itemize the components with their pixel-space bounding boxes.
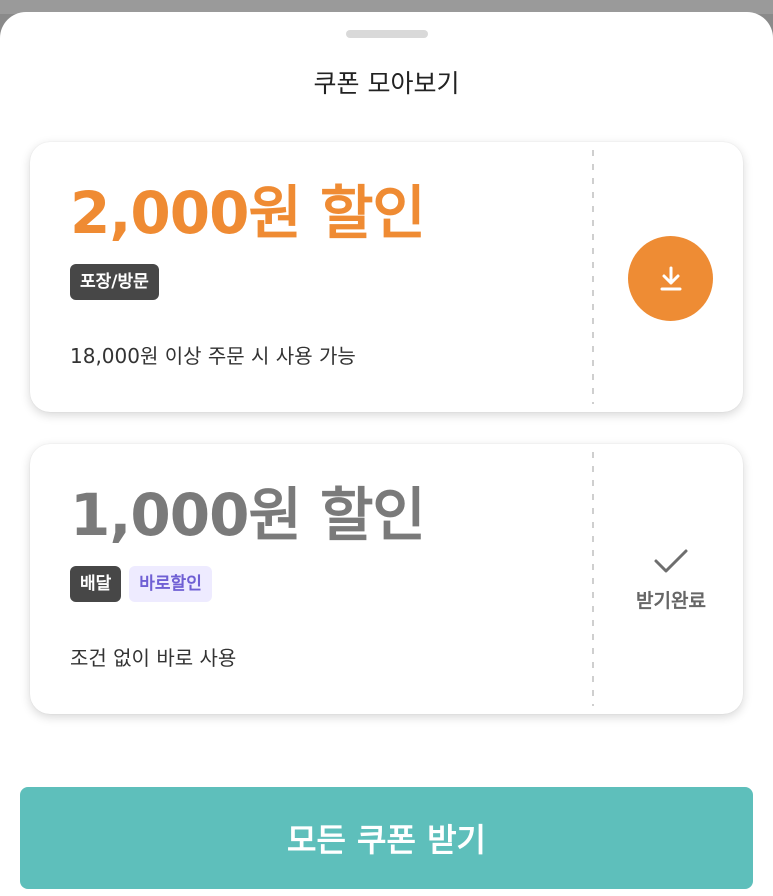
coupon-card: 1,000원 할인 배달 바로할인 조건 없이 바로 사용 받기완료	[30, 444, 743, 714]
coupon-amount: 1,000원 할인	[70, 481, 426, 549]
coupon-bottom-sheet: 쿠폰 모아보기 2,000원 할인 포장/방문 18,000원 이상 주문 시 …	[0, 12, 773, 896]
received-status: 받기완료	[608, 546, 734, 613]
coupon-tags: 배달 바로할인	[70, 566, 212, 602]
coupon-tags: 포장/방문	[70, 264, 159, 300]
get-all-coupons-button[interactable]: 모든 쿠폰 받기	[20, 787, 753, 889]
sheet-grabber-handle[interactable]	[346, 30, 428, 38]
tag-takeout: 포장/방문	[70, 264, 159, 300]
download-coupon-button[interactable]	[628, 236, 713, 321]
coupon-condition: 조건 없이 바로 사용	[70, 646, 237, 670]
coupon-perforation-divider	[592, 150, 594, 404]
coupon-card: 2,000원 할인 포장/방문 18,000원 이상 주문 시 사용 가능	[30, 142, 743, 412]
download-icon	[660, 266, 681, 290]
sheet-title: 쿠폰 모아보기	[313, 69, 460, 98]
tag-delivery: 배달	[70, 566, 122, 602]
coupon-amount: 2,000원 할인	[70, 179, 426, 247]
coupon-perforation-divider	[592, 452, 594, 706]
coupon-condition: 18,000원 이상 주문 시 사용 가능	[70, 344, 356, 368]
received-label: 받기완료	[636, 590, 706, 612]
check-icon	[654, 549, 688, 573]
tag-instant-discount: 바로할인	[129, 566, 212, 602]
